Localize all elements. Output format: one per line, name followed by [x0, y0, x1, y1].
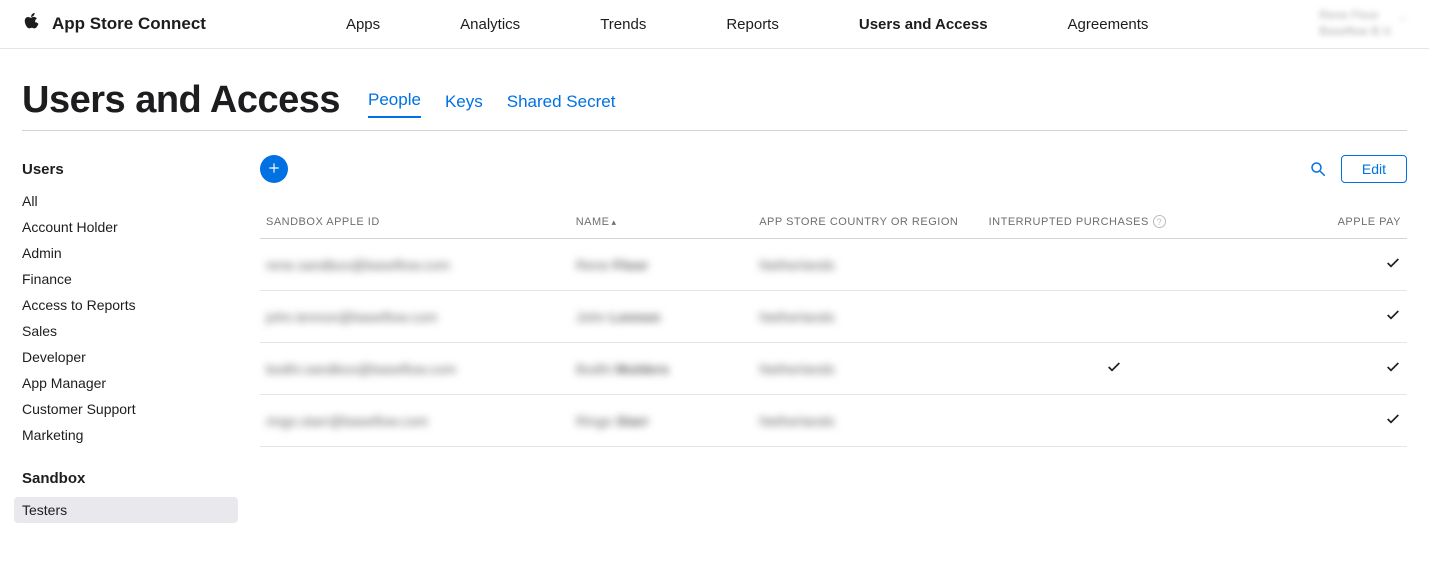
sidebar-item-developer[interactable]: Developer [22, 344, 230, 370]
col-sandbox-id[interactable]: SANDBOX APPLE ID [260, 205, 570, 239]
sidebar-item-sales[interactable]: Sales [22, 318, 230, 344]
brand[interactable]: App Store Connect [22, 11, 206, 38]
tab-shared-secret[interactable]: Shared Secret [507, 92, 616, 118]
toolbar: Edit [260, 155, 1407, 183]
cell-name: Ringo Starr [570, 395, 754, 447]
nav-link-agreements[interactable]: Agreements [1068, 16, 1149, 33]
main-panel: Edit SANDBOX APPLE ID NAME▴ APP STORE CO… [260, 155, 1407, 523]
check-icon [1385, 258, 1401, 274]
plus-icon [267, 161, 281, 178]
cell-apple-pay [1246, 395, 1407, 447]
tab-people[interactable]: People [368, 90, 421, 118]
cell-interrupted [983, 395, 1247, 447]
check-icon [1385, 310, 1401, 326]
search-icon[interactable] [1309, 160, 1327, 178]
col-apple-pay[interactable]: APPLE PAY [1246, 205, 1407, 239]
page-header: Users and Access People Keys Shared Secret [0, 49, 1429, 122]
cell-region: Netherlands [753, 343, 982, 395]
nav-link-reports[interactable]: Reports [726, 16, 779, 33]
col-interrupted[interactable]: INTERRUPTED PURCHASES? [983, 205, 1247, 239]
col-name-label: NAME [576, 216, 610, 228]
cell-apple-pay [1246, 291, 1407, 343]
account-name: Rene Floor [1319, 8, 1393, 24]
table-row[interactable]: rene.sandbox@baseflow.comRene FloorNethe… [260, 239, 1407, 291]
col-interrupted-label: INTERRUPTED PURCHASES [989, 216, 1149, 228]
sidebar-item-account-holder[interactable]: Account Holder [22, 214, 230, 240]
sidebar-heading-sandbox: Sandbox [22, 470, 230, 487]
sidebar: Users AllAccount HolderAdminFinanceAcces… [22, 155, 230, 523]
cell-name: Bodhi Mulders [570, 343, 754, 395]
cell-name: Rene Floor [570, 239, 754, 291]
cell-interrupted [983, 239, 1247, 291]
sort-asc-icon: ▴ [611, 217, 616, 227]
table-row[interactable]: bodhi.sandbox@baseflow.comBodhi MuldersN… [260, 343, 1407, 395]
cell-sandbox-id: john.lennon@baseflow.com [260, 291, 570, 343]
cell-name: John Lennon [570, 291, 754, 343]
users-table: SANDBOX APPLE ID NAME▴ APP STORE COUNTRY… [260, 205, 1407, 447]
cell-interrupted [983, 343, 1247, 395]
cell-region: Netherlands [753, 395, 982, 447]
brand-title: App Store Connect [52, 14, 206, 34]
cell-apple-pay [1246, 239, 1407, 291]
cell-sandbox-id: ringo.starr@baseflow.com [260, 395, 570, 447]
content-area: Users AllAccount HolderAdminFinanceAcces… [0, 131, 1429, 547]
nav-link-users-and-access[interactable]: Users and Access [859, 16, 988, 33]
tab-keys[interactable]: Keys [445, 92, 483, 118]
nav-link-analytics[interactable]: Analytics [460, 16, 520, 33]
check-icon [1106, 362, 1122, 378]
sidebar-item-app-manager[interactable]: App Manager [22, 370, 230, 396]
sidebar-item-testers[interactable]: Testers [14, 497, 238, 523]
table-header-row: SANDBOX APPLE ID NAME▴ APP STORE COUNTRY… [260, 205, 1407, 239]
help-icon[interactable]: ? [1153, 215, 1166, 228]
sidebar-item-finance[interactable]: Finance [22, 266, 230, 292]
table-row[interactable]: ringo.starr@baseflow.comRingo StarrNethe… [260, 395, 1407, 447]
account-org: Baseflow B.V. [1319, 24, 1393, 40]
subtabs: People Keys Shared Secret [368, 90, 615, 122]
sidebar-item-customer-support[interactable]: Customer Support [22, 396, 230, 422]
nav-link-apps[interactable]: Apps [346, 16, 380, 33]
chevron-down-icon: ⌄ [1399, 11, 1407, 24]
col-name[interactable]: NAME▴ [570, 205, 754, 239]
top-nav-bar: App Store Connect Apps Analytics Trends Rep… [0, 0, 1429, 49]
sidebar-heading-users: Users [22, 161, 230, 178]
sidebar-item-all[interactable]: All [22, 188, 230, 214]
add-user-button[interactable] [260, 155, 288, 183]
check-icon [1385, 362, 1401, 378]
sidebar-item-marketing[interactable]: Marketing [22, 422, 230, 448]
col-region[interactable]: APP STORE COUNTRY OR REGION [753, 205, 982, 239]
cell-region: Netherlands [753, 291, 982, 343]
brand-logo-icon [22, 11, 44, 38]
cell-interrupted [983, 291, 1247, 343]
cell-apple-pay [1246, 343, 1407, 395]
page-title: Users and Access [22, 79, 340, 122]
sidebar-item-admin[interactable]: Admin [22, 240, 230, 266]
cell-sandbox-id: rene.sandbox@baseflow.com [260, 239, 570, 291]
nav-link-trends[interactable]: Trends [600, 16, 646, 33]
sidebar-item-access-to-reports[interactable]: Access to Reports [22, 292, 230, 318]
primary-nav: Apps Analytics Trends Reports Users and Acce… [346, 16, 1319, 33]
check-icon [1385, 414, 1401, 430]
edit-button[interactable]: Edit [1341, 155, 1407, 183]
cell-sandbox-id: bodhi.sandbox@baseflow.com [260, 343, 570, 395]
account-menu[interactable]: Rene Floor Baseflow B.V. ⌄ [1319, 8, 1407, 39]
table-row[interactable]: john.lennon@baseflow.comJohn LennonNethe… [260, 291, 1407, 343]
cell-region: Netherlands [753, 239, 982, 291]
